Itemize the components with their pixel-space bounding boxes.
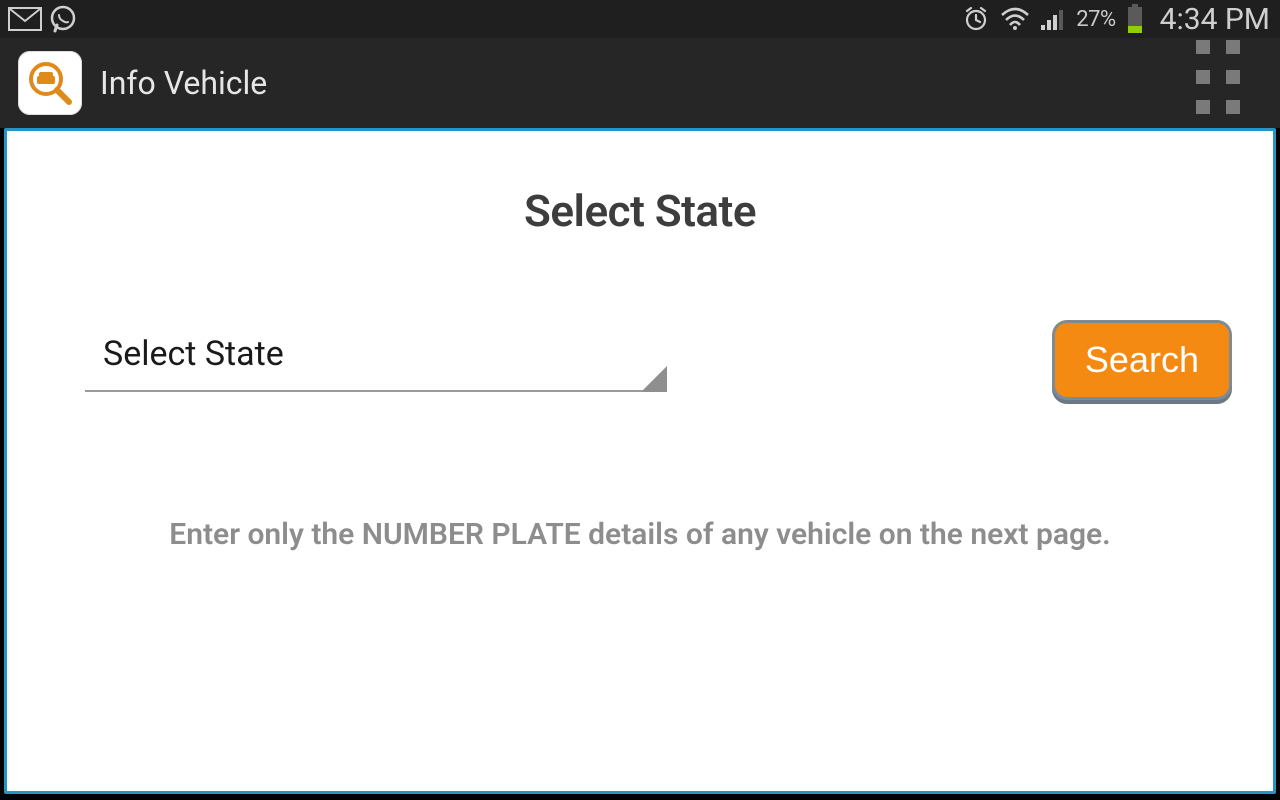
- mail-icon: [8, 7, 42, 31]
- clock: 4:34 PM: [1160, 2, 1270, 37]
- hint-text: Enter only the NUMBER PLATE details of a…: [7, 517, 1273, 552]
- status-right: 27% 4:34 PM: [962, 2, 1272, 37]
- status-bar: 27% 4:34 PM: [0, 0, 1280, 38]
- overflow-menu-icon[interactable]: [1196, 40, 1240, 114]
- whatsapp-icon: [48, 4, 78, 34]
- status-notifications: [8, 4, 78, 34]
- search-button[interactable]: Search: [1055, 323, 1229, 397]
- battery-percent: 27%: [1076, 7, 1115, 32]
- app-icon: [18, 51, 82, 115]
- state-spinner[interactable]: Select State: [85, 328, 665, 392]
- state-spinner-value: Select State: [103, 334, 284, 374]
- battery-icon: [1126, 4, 1144, 34]
- main-card: Select State Select State Search Enter o…: [4, 128, 1276, 794]
- chevron-down-icon: [641, 366, 667, 392]
- wifi-icon: [1000, 7, 1030, 31]
- page-heading: Select State: [7, 185, 1273, 237]
- signal-icon: [1040, 7, 1066, 31]
- action-bar: Info Vehicle: [0, 38, 1280, 128]
- app-title: Info Vehicle: [100, 64, 267, 102]
- alarm-icon: [962, 5, 990, 33]
